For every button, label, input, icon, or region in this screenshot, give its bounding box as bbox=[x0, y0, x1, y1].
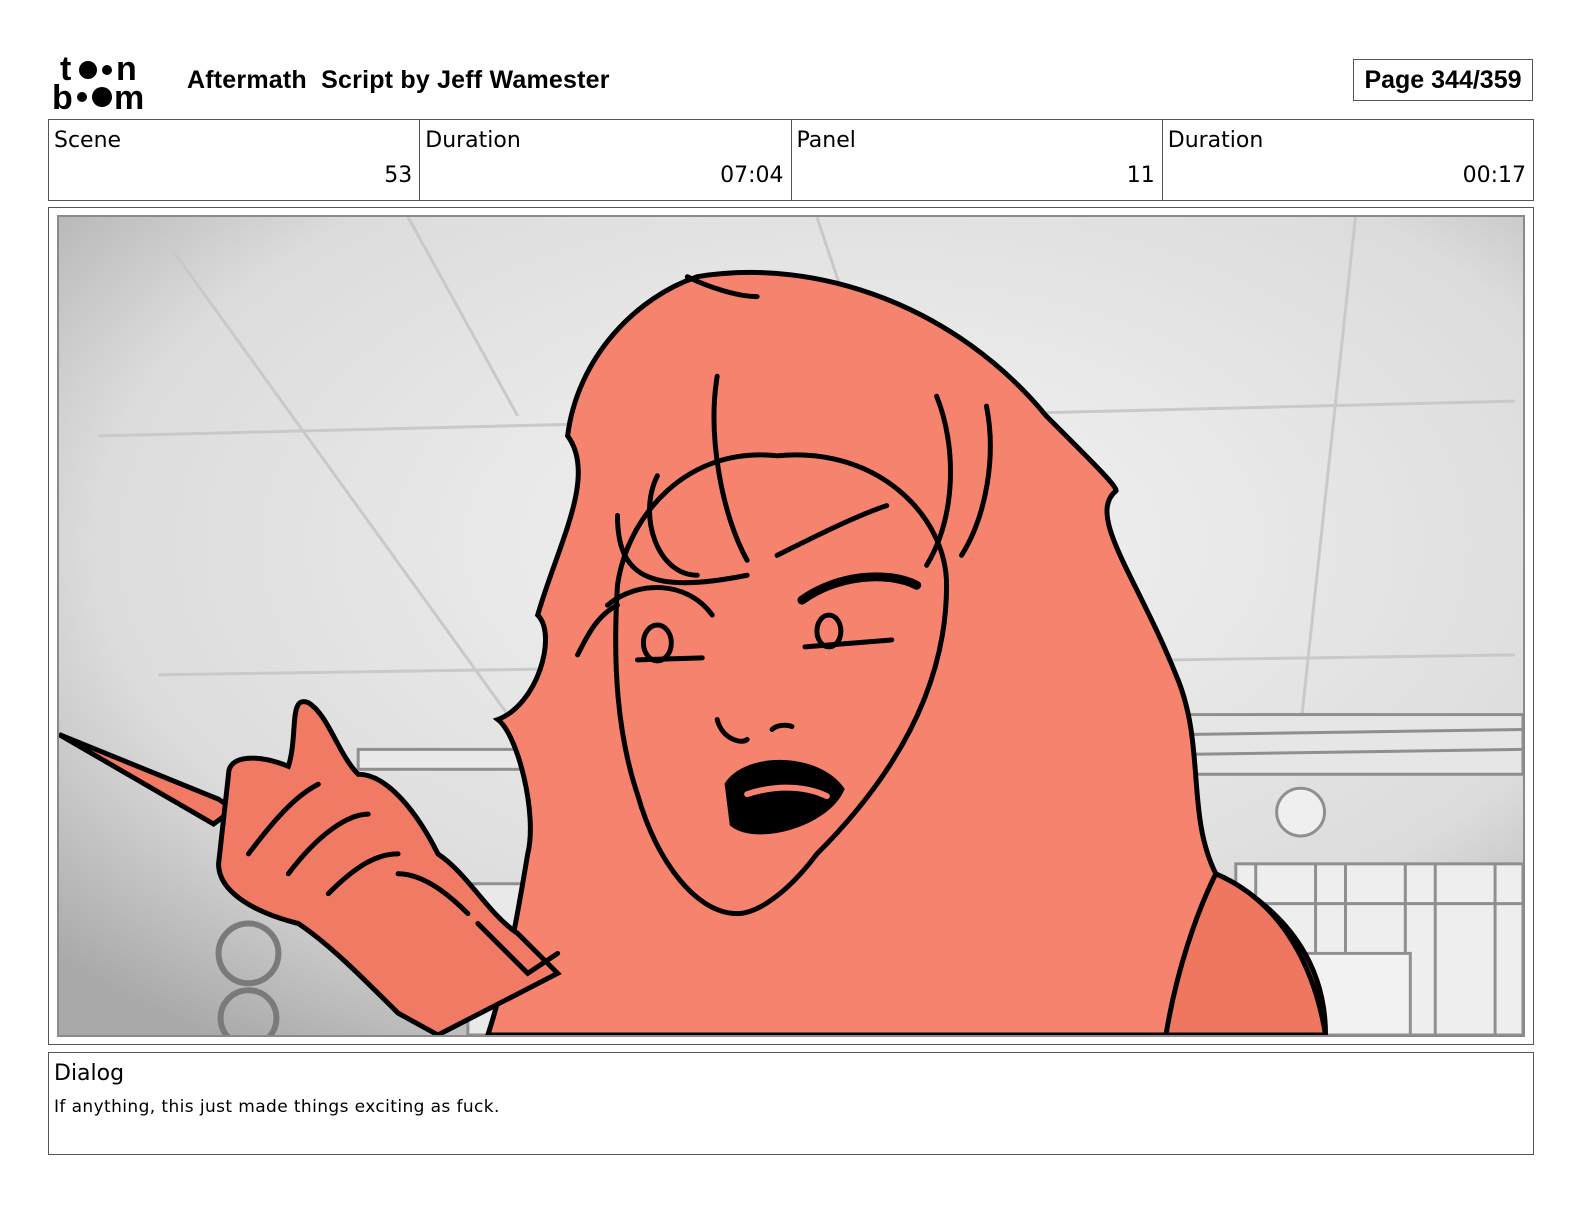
panel-duration-value: 00:17 bbox=[1462, 163, 1526, 188]
panel-label: Panel bbox=[796, 128, 856, 153]
toonboom-logo: t n b m bbox=[52, 50, 164, 117]
panel-value: 11 bbox=[1126, 163, 1155, 188]
scene-duration-cell: Duration 07:04 bbox=[420, 120, 792, 200]
toonboom-logo-mark: t n b m bbox=[52, 50, 144, 117]
panel-duration-cell: Duration 00:17 bbox=[1163, 120, 1533, 200]
scene-cell: Scene 53 bbox=[49, 120, 421, 200]
scene-value: 53 bbox=[384, 163, 413, 188]
dialog-label: Dialog bbox=[54, 1061, 125, 1086]
storyboard-panel bbox=[48, 207, 1534, 1045]
scene-label: Scene bbox=[54, 128, 122, 153]
panel-duration-label: Duration bbox=[1167, 128, 1264, 153]
dialog-box: Dialog If anything, this just made thing… bbox=[48, 1052, 1534, 1155]
page-number: Page 344/359 bbox=[1353, 59, 1533, 101]
dialog-text: If anything, this just made things excit… bbox=[54, 1097, 500, 1117]
svg-text:b: b bbox=[52, 79, 73, 112]
panel-cell: Panel 11 bbox=[792, 120, 1163, 200]
document-title: Aftermath Script by Jeff Wamester bbox=[187, 66, 610, 94]
panel-drawing bbox=[59, 217, 1523, 1035]
svg-text:m: m bbox=[114, 79, 144, 112]
panel-frame bbox=[57, 215, 1525, 1037]
scene-duration-value: 07:04 bbox=[720, 163, 784, 188]
scene-duration-label: Duration bbox=[425, 128, 521, 153]
scene-meta-row: Scene 53 Duration 07:04 Panel 11 Duratio… bbox=[48, 119, 1534, 201]
